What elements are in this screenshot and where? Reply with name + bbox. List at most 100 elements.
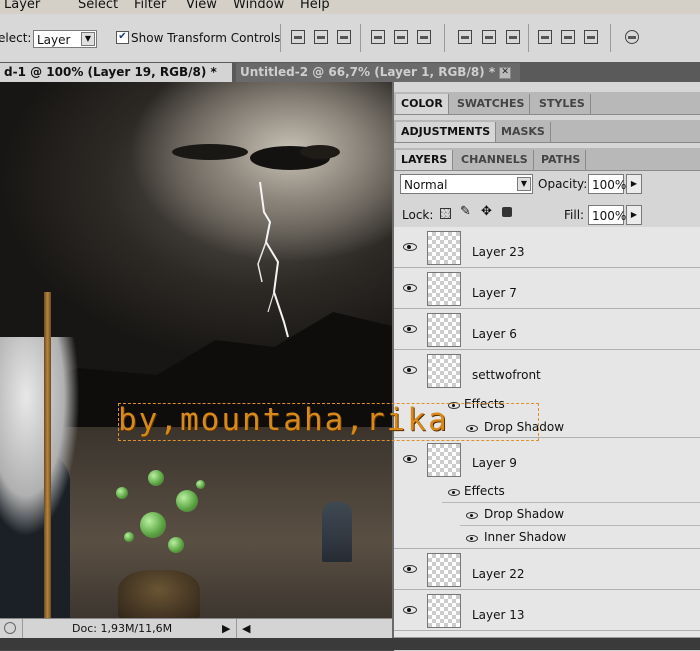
layer-thumbnail bbox=[427, 354, 461, 388]
visibility-eye-icon[interactable] bbox=[403, 366, 417, 374]
menu-select[interactable]: Select bbox=[78, 0, 118, 11]
close-icon[interactable]: ✕ bbox=[499, 66, 512, 79]
lock-position-move-icon[interactable]: ✥ bbox=[481, 204, 492, 219]
menu-bar: Layer Select Filter View Window Help bbox=[0, 0, 700, 14]
scroll-left-icon[interactable]: ◀ bbox=[242, 622, 250, 635]
distribute-bottom-icon[interactable] bbox=[506, 30, 520, 44]
menu-window[interactable]: Window bbox=[233, 0, 284, 11]
show-transform-checkbox[interactable]: ✔ bbox=[116, 31, 129, 44]
menu-layer[interactable]: Layer bbox=[4, 0, 40, 11]
lock-image-brush-icon[interactable]: ✎ bbox=[460, 204, 471, 219]
layer-row[interactable]: Layer 13 bbox=[394, 590, 700, 631]
align-left-icon[interactable] bbox=[371, 30, 385, 44]
layer-row[interactable]: Layer 7 bbox=[394, 268, 700, 309]
visibility-eye-icon[interactable] bbox=[403, 243, 417, 251]
layer-row[interactable]: settwofront bbox=[394, 350, 700, 392]
layer-row[interactable]: Layer 6 bbox=[394, 309, 700, 350]
tab-styles[interactable]: STYLES bbox=[534, 94, 591, 114]
tab-paths[interactable]: PATHS bbox=[536, 150, 587, 170]
toolbar-separator bbox=[360, 24, 361, 52]
chevron-down-icon: ▼ bbox=[517, 177, 531, 191]
auto-select-dropdown[interactable]: Layer ▼ bbox=[33, 30, 97, 48]
align-top-icon[interactable] bbox=[291, 30, 305, 44]
bubble-image bbox=[124, 532, 134, 542]
tab-color[interactable]: COLOR bbox=[396, 94, 449, 114]
tab-swatches[interactable]: SWATCHES bbox=[452, 94, 531, 114]
visibility-eye-icon[interactable] bbox=[403, 565, 417, 573]
distribute-right-icon[interactable] bbox=[584, 30, 598, 44]
effect-eye-icon[interactable] bbox=[466, 535, 478, 542]
bottom-taskbar bbox=[0, 638, 700, 650]
effect-drop-shadow: Drop Shadow bbox=[484, 420, 565, 434]
fill-value: 100% bbox=[592, 209, 627, 223]
panel-tabs-layers: LAYERS CHANNELS PATHS bbox=[394, 148, 700, 171]
effects-label: Effects bbox=[464, 397, 505, 411]
auto-align-icon[interactable] bbox=[625, 30, 639, 44]
play-arrow-icon[interactable]: ▶ bbox=[222, 622, 230, 635]
fill-arrow-icon[interactable]: ▶ bbox=[626, 205, 642, 225]
tab-masks[interactable]: MASKS bbox=[496, 122, 551, 142]
bubble-image bbox=[140, 512, 166, 538]
effect-eye-icon[interactable] bbox=[466, 512, 478, 519]
menu-view[interactable]: View bbox=[186, 0, 217, 11]
document-canvas[interactable] bbox=[0, 82, 392, 618]
chevron-down-icon: ▼ bbox=[81, 32, 95, 46]
visibility-eye-icon[interactable] bbox=[403, 455, 417, 463]
panel-tabs-adjustments: ADJUSTMENTS MASKS bbox=[394, 120, 700, 143]
effect-eye-icon[interactable] bbox=[466, 425, 478, 432]
tab-channels[interactable]: CHANNELS bbox=[456, 150, 534, 170]
fill-input[interactable]: 100% bbox=[588, 205, 627, 225]
layer-name: Layer 13 bbox=[472, 608, 525, 622]
tab-adjustments[interactable]: ADJUSTMENTS bbox=[396, 122, 497, 142]
effects-label: Effects bbox=[464, 484, 505, 498]
layer-row[interactable]: Layer 9 bbox=[394, 438, 700, 480]
layer-name: Layer 23 bbox=[472, 245, 525, 259]
doc-tab-untitled-1[interactable]: d-1 @ 100% (Layer 19, RGB/8) *✕ bbox=[0, 63, 232, 98]
lock-all-icon[interactable] bbox=[502, 207, 512, 217]
staff-image bbox=[44, 292, 51, 618]
layer-row[interactable]: Layer 23 bbox=[394, 227, 700, 268]
menu-filter[interactable]: Filter bbox=[134, 0, 166, 11]
distribute-top-icon[interactable] bbox=[458, 30, 472, 44]
auto-select-label: elect: bbox=[0, 31, 32, 45]
blend-mode-dropdown[interactable]: Normal ▼ bbox=[400, 174, 533, 194]
opacity-value: 100% bbox=[592, 178, 627, 192]
toolbar-separator bbox=[610, 24, 611, 52]
opacity-input[interactable]: 100% bbox=[588, 174, 627, 194]
layer-thumbnail bbox=[427, 272, 461, 306]
distribute-vcenter-icon[interactable] bbox=[482, 30, 496, 44]
witch-hair-image bbox=[0, 337, 80, 537]
tab-layers[interactable]: LAYERS bbox=[396, 150, 454, 170]
align-hcenter-icon[interactable] bbox=[394, 30, 408, 44]
cauldron-image bbox=[118, 570, 200, 618]
status-divider bbox=[236, 619, 237, 639]
align-bottom-icon[interactable] bbox=[337, 30, 351, 44]
distribute-left-icon[interactable] bbox=[538, 30, 552, 44]
layer-thumbnail bbox=[427, 553, 461, 587]
menu-help[interactable]: Help bbox=[300, 0, 330, 11]
hooded-figure-image bbox=[322, 502, 352, 562]
effects-eye-icon[interactable] bbox=[448, 402, 460, 409]
align-right-icon[interactable] bbox=[417, 30, 431, 44]
watermark-text: by,mountaha,rika bbox=[118, 402, 449, 438]
layer-row[interactable]: Layer 22 bbox=[394, 549, 700, 590]
lock-transparent-icon[interactable] bbox=[440, 208, 451, 219]
right-panel-dock: COLOR SWATCHES STYLES ADJUSTMENTS MASKS … bbox=[392, 82, 700, 651]
status-divider bbox=[22, 619, 23, 639]
bubble-image bbox=[148, 470, 164, 486]
effects-eye-icon[interactable] bbox=[448, 489, 460, 496]
visibility-eye-icon[interactable] bbox=[403, 284, 417, 292]
panel-tabs-color: COLOR SWATCHES STYLES bbox=[394, 92, 700, 115]
layer-name: settwofront bbox=[472, 368, 541, 382]
visibility-eye-icon[interactable] bbox=[403, 325, 417, 333]
layer-thumbnail bbox=[427, 443, 461, 477]
layer-thumbnail bbox=[427, 231, 461, 265]
layer-thumbnail bbox=[427, 594, 461, 628]
align-vcenter-icon[interactable] bbox=[314, 30, 328, 44]
status-circle-icon[interactable] bbox=[4, 622, 16, 634]
distribute-hcenter-icon[interactable] bbox=[561, 30, 575, 44]
doc-tab-untitled-2[interactable]: Untitled-2 @ 66,7% (Layer 1, RGB/8) * ✕ bbox=[236, 63, 520, 82]
status-bar: Doc: 1,93M/11,6M ▶ ◀ bbox=[0, 618, 392, 639]
visibility-eye-icon[interactable] bbox=[403, 606, 417, 614]
opacity-arrow-icon[interactable]: ▶ bbox=[626, 174, 642, 194]
